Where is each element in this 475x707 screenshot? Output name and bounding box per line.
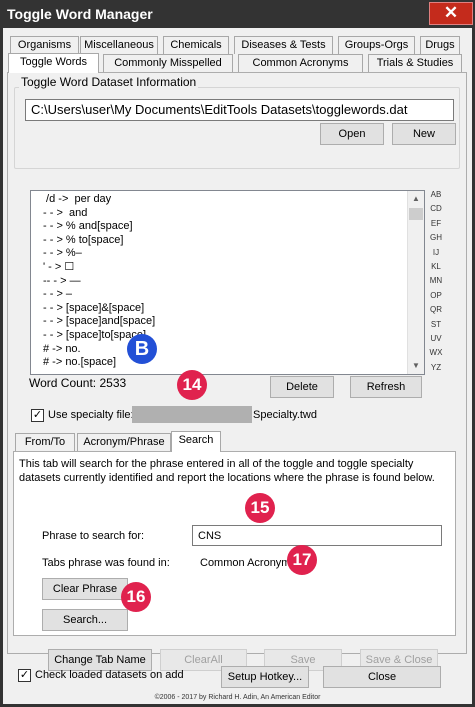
close-button[interactable]: Close bbox=[323, 666, 441, 688]
setup-hotkey-button[interactable]: Setup Hotkey... bbox=[221, 666, 309, 688]
tab-organisms[interactable]: Organisms bbox=[10, 36, 79, 54]
list-item[interactable]: - - > [space]&[space] bbox=[31, 302, 424, 316]
search-panel: This tab will search for the phrase ente… bbox=[13, 451, 456, 636]
phrase-input[interactable]: CNS bbox=[192, 525, 442, 546]
alpha-index-link[interactable]: UV bbox=[427, 334, 445, 343]
alpha-index-link[interactable]: AB bbox=[427, 190, 445, 199]
subtab-from-to[interactable]: From/To bbox=[15, 433, 75, 451]
clear-phrase-button[interactable]: Clear Phrase bbox=[42, 578, 128, 600]
found-label: Tabs phrase was found in: bbox=[42, 557, 170, 569]
open-button[interactable]: Open bbox=[320, 123, 384, 145]
alpha-index-link[interactable]: YZ bbox=[427, 363, 445, 372]
alpha-index-link[interactable]: CD bbox=[427, 204, 445, 213]
annotation-badge-14: 14 bbox=[177, 370, 207, 400]
list-item[interactable]: - - > %– bbox=[31, 247, 424, 261]
tab-drugs[interactable]: Drugs bbox=[420, 36, 460, 54]
copyright: ©2006 - 2017 by Richard H. Adin, An Amer… bbox=[154, 694, 321, 701]
annotation-badge-17: 17 bbox=[287, 545, 317, 575]
list-scrollbar[interactable]: ▲ ▼ bbox=[407, 191, 424, 374]
found-value: Common Acronyms bbox=[200, 557, 296, 569]
list-items: /d -> per day - - > and - - > % and[space]… bbox=[31, 191, 424, 370]
dataset-path-field[interactable]: C:\Users\user\My Documents\EditTools Dat… bbox=[25, 99, 454, 121]
alpha-index-link[interactable]: KL bbox=[427, 262, 445, 271]
list-item[interactable]: -- - > — bbox=[31, 275, 424, 289]
list-item[interactable]: # -> no. bbox=[31, 343, 424, 357]
scroll-thumb[interactable] bbox=[409, 208, 423, 220]
delete-button[interactable]: Delete bbox=[270, 376, 334, 398]
search-description: This tab will search for the phrase ente… bbox=[19, 458, 435, 484]
dataset-group-label: Toggle Word Dataset Information bbox=[19, 75, 199, 89]
app-window: Toggle Word Manager ✕ Organisms Miscella… bbox=[0, 0, 475, 707]
specialty-checkbox[interactable]: ✓ bbox=[31, 409, 44, 422]
alpha-index-link[interactable]: ST bbox=[427, 320, 445, 329]
alpha-index-link[interactable]: QR bbox=[427, 305, 445, 314]
alpha-index-link[interactable]: EF bbox=[427, 219, 445, 228]
phrase-label: Phrase to search for: bbox=[42, 530, 145, 542]
annotation-badge-15: 15 bbox=[245, 493, 275, 523]
close-icon[interactable]: ✕ bbox=[429, 2, 473, 25]
list-item[interactable]: - - > [space]to[space] bbox=[31, 329, 424, 343]
tab-page-toggle-words: Toggle Word Dataset Information C:\Users… bbox=[7, 72, 467, 671]
list-item[interactable]: /d -> per day bbox=[31, 193, 424, 207]
alpha-index-link[interactable]: GH bbox=[427, 233, 445, 242]
window-title: Toggle Word Manager bbox=[7, 6, 153, 22]
list-item[interactable]: - - > – bbox=[31, 288, 424, 302]
title-bar: Toggle Word Manager ✕ bbox=[0, 0, 475, 28]
client-area: Organisms Miscellaneous Chemicals Diseas… bbox=[3, 28, 472, 704]
list-item[interactable]: - - > and bbox=[31, 207, 424, 221]
annotation-badge-16: 16 bbox=[121, 582, 151, 612]
list-item[interactable]: # -> no.[space] bbox=[31, 356, 424, 370]
list-item[interactable]: - - > % and[space] bbox=[31, 220, 424, 234]
specialty-label: Use specialty file: bbox=[48, 409, 134, 421]
list-item[interactable]: - - > % to[space] bbox=[31, 234, 424, 248]
search-button[interactable]: Search... bbox=[42, 609, 128, 631]
tab-groups-orgs[interactable]: Groups-Orgs bbox=[338, 36, 415, 54]
check-datasets-checkbox[interactable]: ✓ bbox=[18, 669, 31, 682]
list-item[interactable]: - - > [space]and[space] bbox=[31, 315, 424, 329]
redacted-path bbox=[132, 406, 252, 423]
list-item[interactable]: ' - > ☐ bbox=[31, 261, 424, 275]
new-button[interactable]: New bbox=[392, 123, 456, 145]
alpha-index-link[interactable]: IJ bbox=[427, 248, 445, 257]
specialty-filename: Specialty.twd bbox=[253, 409, 317, 421]
tab-diseases-tests[interactable]: Diseases & Tests bbox=[234, 36, 333, 54]
tab-miscellaneous[interactable]: Miscellaneous bbox=[80, 36, 158, 54]
alpha-index-link[interactable]: OP bbox=[427, 291, 445, 300]
tab-trials-studies[interactable]: Trials & Studies bbox=[368, 54, 462, 72]
check-datasets-label: Check loaded datasets on add bbox=[35, 669, 184, 681]
refresh-button[interactable]: Refresh bbox=[350, 376, 422, 398]
tab-common-acronyms[interactable]: Common Acronyms bbox=[238, 54, 363, 72]
toggle-word-list[interactable]: /d -> per day - - > and - - > % and[space]… bbox=[30, 190, 425, 375]
tab-toggle-words[interactable]: Toggle Words bbox=[8, 53, 99, 73]
alpha-index-link[interactable]: WX bbox=[427, 348, 445, 357]
change-tab-name-button[interactable]: Change Tab Name bbox=[48, 649, 152, 671]
scroll-down-icon[interactable]: ▼ bbox=[408, 358, 424, 374]
subtab-search[interactable]: Search bbox=[171, 431, 221, 452]
scroll-up-icon[interactable]: ▲ bbox=[408, 191, 424, 207]
alpha-index-link[interactable]: MN bbox=[427, 276, 445, 285]
tab-commonly-misspelled[interactable]: Commonly Misspelled bbox=[103, 54, 233, 72]
subtab-acronym-phrase[interactable]: Acronym/Phrase bbox=[77, 433, 171, 451]
tab-chemicals[interactable]: Chemicals bbox=[163, 36, 229, 54]
annotation-badge-b: B bbox=[127, 334, 157, 364]
word-count: Word Count: 2533 bbox=[29, 376, 127, 390]
